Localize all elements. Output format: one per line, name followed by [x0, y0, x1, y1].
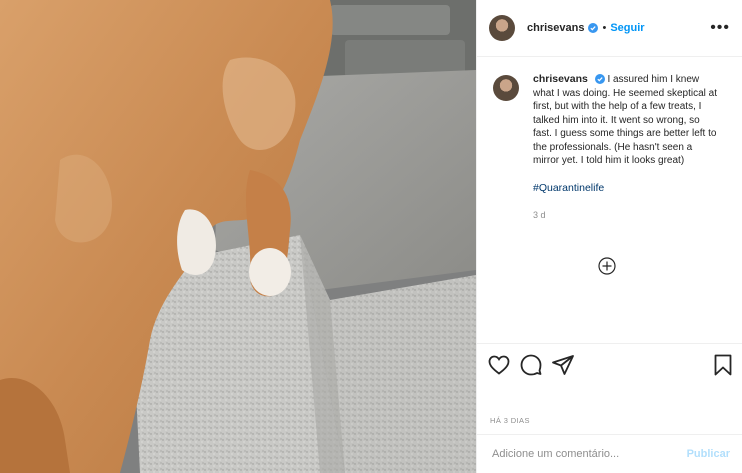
caption-time: 3 d: [533, 210, 546, 220]
comment-bubble-icon[interactable]: [519, 353, 543, 377]
follow-button[interactable]: Seguir: [610, 22, 644, 34]
post-sidebar: chrisevans • Seguir ••• chrisevans I ass…: [476, 0, 742, 473]
caption-username[interactable]: chrisevans: [533, 73, 588, 85]
more-options-icon[interactable]: •••: [710, 20, 730, 36]
plus-circle-icon[interactable]: [598, 257, 616, 275]
post-photo[interactable]: [0, 0, 476, 473]
bookmark-icon[interactable]: [711, 353, 735, 377]
publish-button[interactable]: Publicar: [687, 448, 730, 460]
instagram-post: chrisevans • Seguir ••• chrisevans I ass…: [0, 0, 742, 473]
author-username[interactable]: chrisevans: [527, 22, 584, 34]
heart-icon[interactable]: [487, 353, 511, 377]
separator-dot: •: [602, 22, 607, 34]
caption-row: chrisevans I assured him I knew what I w…: [493, 73, 726, 223]
author-avatar[interactable]: [489, 15, 515, 41]
verified-badge-icon: [588, 23, 599, 33]
caption-verified-badge-icon: [594, 74, 605, 85]
comments-section: chrisevans I assured him I knew what I w…: [477, 57, 742, 340]
add-comment-bar: Publicar: [477, 434, 742, 473]
hashtag-link[interactable]: #Quarantinelife: [533, 182, 717, 196]
paper-plane-icon[interactable]: [551, 353, 575, 377]
post-header: chrisevans • Seguir •••: [477, 0, 742, 57]
action-bar: [477, 343, 742, 387]
dog-on-steps-image: [0, 0, 476, 473]
comment-input[interactable]: [490, 447, 687, 461]
caption-text: I assured him I knew what I was doing. H…: [533, 74, 717, 166]
caption-avatar[interactable]: [493, 75, 519, 101]
post-date: HÁ 3 DIAS: [490, 416, 530, 425]
caption-body: chrisevans I assured him I knew what I w…: [533, 73, 717, 223]
